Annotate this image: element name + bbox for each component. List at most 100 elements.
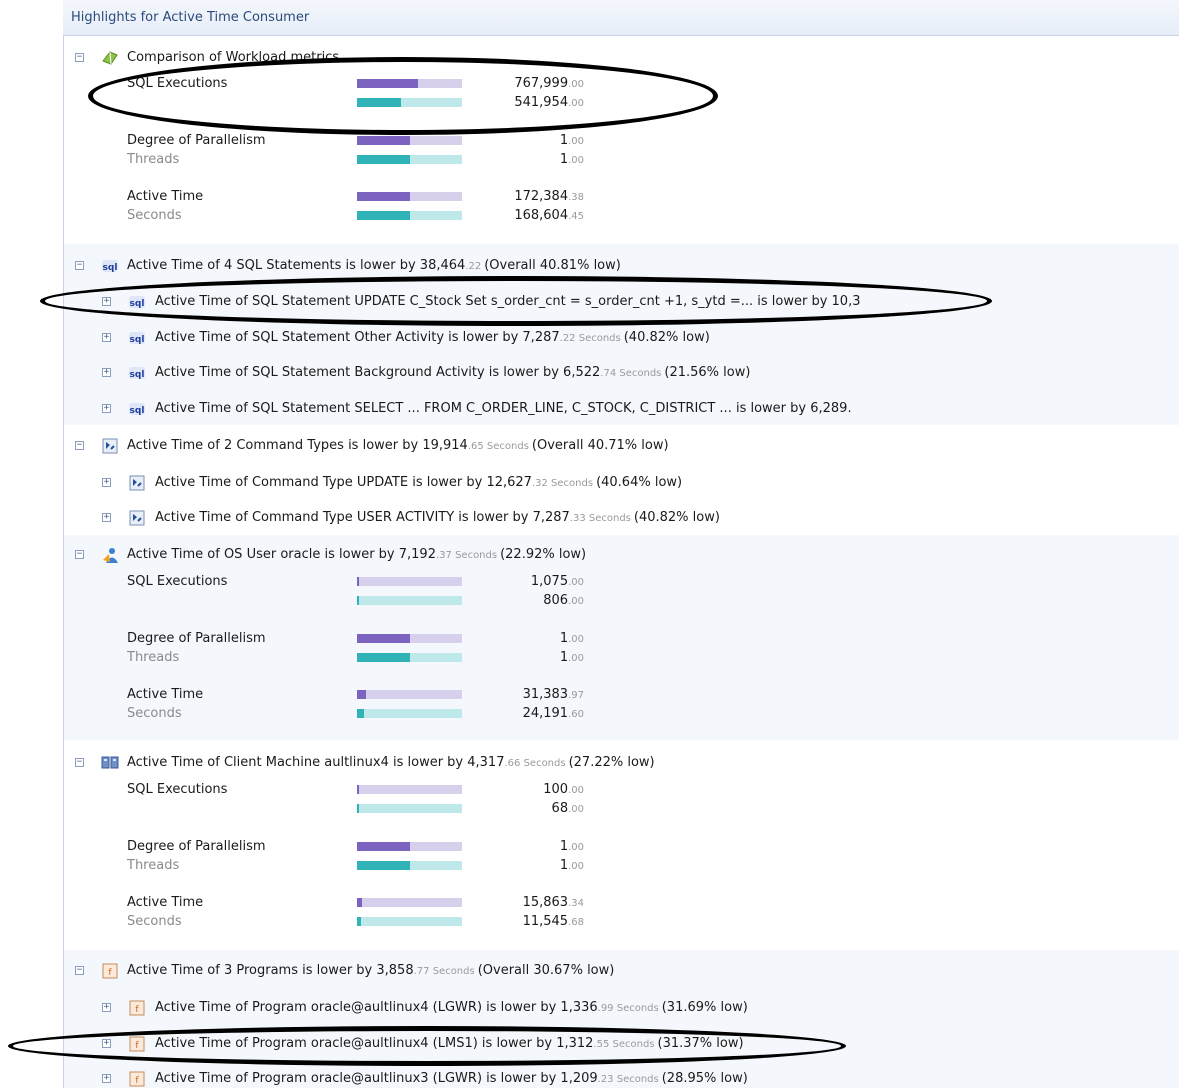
item-text-seconds: .77 Seconds [413, 966, 475, 977]
metric-unit: Threads [127, 650, 180, 665]
metric-bar-current-fill [357, 192, 410, 201]
metric-unit: Seconds [127, 914, 182, 929]
metric-value-baseline: 168,604.45 [514, 208, 584, 223]
metric-bar-baseline-fill [357, 653, 410, 662]
metric-bar-baseline-fill [357, 709, 364, 718]
metric-unit: Seconds [127, 706, 182, 721]
item-text-seconds: .55 Seconds [593, 1039, 655, 1050]
os-user-icon [101, 546, 119, 564]
command-type-icon [128, 509, 146, 527]
metric-bar-current [357, 842, 462, 851]
svg-text:sql: sql [130, 370, 145, 380]
metric-label: SQL Executions [127, 76, 228, 91]
metric-value-baseline: 24,191.60 [523, 706, 584, 721]
metric-value-int: 1 [559, 631, 569, 646]
svg-text:sql: sql [130, 406, 145, 416]
metric-bar-baseline [357, 211, 462, 220]
collapse-minus-icon[interactable]: − [75, 261, 84, 270]
metric-label: Degree of Parallelism [127, 133, 266, 148]
metric-value-current: 172,384.38 [514, 189, 584, 204]
metric-value-dec: .00 [568, 98, 584, 109]
item-text-percent: (28.95% low) [661, 1071, 748, 1086]
item-text-percent: (22.92% low) [500, 547, 587, 562]
metric-value-dec: .00 [568, 861, 584, 872]
metric-bar-current-fill [357, 136, 410, 145]
item-text-main: Active Time of 3 Programs is lower by 3,… [127, 963, 414, 978]
metric-value-baseline: 806.00 [543, 593, 584, 608]
metric-value-int: 767,999 [514, 76, 569, 91]
item-text-seconds: .22 [465, 261, 482, 272]
item-text-main: Active Time of Command Type USER ACTIVIT… [155, 510, 570, 525]
metric-value-current: 1.00 [560, 839, 584, 854]
collapse-minus-icon[interactable]: − [75, 550, 84, 559]
metric-unit: Threads [127, 858, 180, 873]
expand-plus-icon[interactable]: + [102, 1039, 111, 1048]
expand-plus-icon[interactable]: + [102, 333, 111, 342]
item-text-percent: (40.64% low) [596, 475, 683, 490]
metric-bar-baseline [357, 596, 462, 605]
metric-bar-baseline [357, 653, 462, 662]
metric-value-dec: .38 [568, 192, 584, 203]
metric-bar-current [357, 690, 462, 699]
metric-value-current: 767,999.00 [514, 76, 584, 91]
item-text-seconds: .23 Seconds [597, 1074, 659, 1085]
metric-value-int: 1 [559, 858, 569, 873]
metric-value-int: 1 [559, 133, 569, 148]
item-text: Active Time of Program oracle@aultlinux4… [155, 1000, 748, 1015]
metric-value-dec: .45 [568, 211, 584, 222]
program-icon: f [128, 999, 146, 1017]
metric-bar-baseline-fill [357, 804, 359, 813]
metric-bar-current [357, 79, 462, 88]
metric-value-dec: .00 [568, 136, 584, 147]
item-text-percent: (40.82% low) [633, 510, 720, 525]
command-type-icon [101, 437, 119, 455]
metric-value-current: 15,863.34 [523, 895, 584, 910]
item-text: Active Time of SQL Statement Background … [155, 365, 750, 380]
metric-value-dec: .00 [568, 653, 584, 664]
sql-icon: sql [128, 400, 146, 418]
expand-plus-icon[interactable]: + [102, 368, 111, 377]
collapse-minus-icon[interactable]: − [75, 758, 84, 767]
client-machine-icon [101, 754, 119, 772]
metric-value-baseline: 1.00 [560, 152, 584, 167]
expand-plus-icon[interactable]: + [102, 1003, 111, 1012]
expand-plus-icon[interactable]: + [102, 478, 111, 487]
metric-bar-current [357, 785, 462, 794]
metric-bar-current-fill [357, 690, 366, 699]
collapse-minus-icon[interactable]: − [75, 441, 84, 450]
expand-plus-icon[interactable]: + [102, 1074, 111, 1083]
metric-bar-current [357, 136, 462, 145]
item-text: Active Time of OS User oracle is lower b… [127, 547, 586, 562]
metric-bar-baseline [357, 98, 462, 107]
collapse-minus-icon[interactable]: − [75, 966, 84, 975]
metric-value-current: 31,383.97 [523, 687, 584, 702]
item-text-seconds: .33 Seconds [569, 513, 631, 524]
metric-bar-baseline [357, 155, 462, 164]
metric-value-int: 100 [543, 782, 569, 797]
item-text-main: Active Time of Command Type UPDATE is lo… [155, 475, 532, 490]
metric-value-int: 1 [559, 650, 569, 665]
metric-bar-baseline [357, 917, 462, 926]
metric-label: SQL Executions [127, 782, 228, 797]
metric-value-dec: .68 [568, 917, 584, 928]
item-text-main: Active Time of Program oracle@aultlinux4… [155, 1000, 598, 1015]
metric-value-current: 1.00 [560, 631, 584, 646]
metric-value-int: 1 [559, 839, 569, 854]
metric-unit: Seconds [127, 208, 182, 223]
item-text: Active Time of SQL Statement UPDATE C_St… [155, 294, 863, 309]
expand-plus-icon[interactable]: + [102, 513, 111, 522]
sql-icon: sql [128, 329, 146, 347]
expand-plus-icon[interactable]: + [102, 404, 111, 413]
expand-plus-icon[interactable]: + [102, 297, 111, 306]
item-text-percent: (40.82% low) [623, 330, 710, 345]
collapse-minus-icon[interactable]: − [75, 53, 84, 62]
item-text: Active Time of 2 Command Types is lower … [127, 438, 669, 453]
command-type-icon [128, 474, 146, 492]
metric-value-dec: .00 [568, 785, 584, 796]
metric-value-dec: .00 [568, 155, 584, 166]
metric-value-dec: .00 [568, 577, 584, 588]
item-text-seconds: .22 Seconds [559, 333, 621, 344]
item-text-percent: (21.56% low) [664, 365, 751, 380]
item-text: Active Time of Client Machine aultlinux4… [127, 755, 655, 770]
metric-value-dec: .00 [568, 79, 584, 90]
